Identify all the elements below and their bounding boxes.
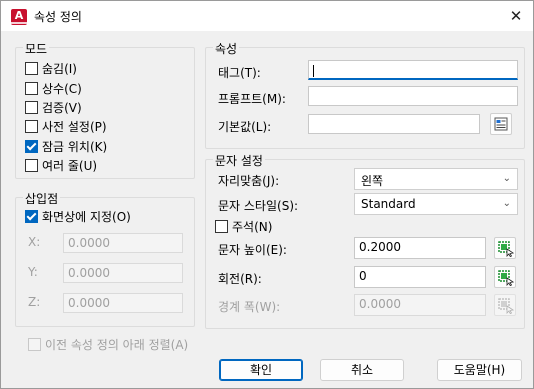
- checkbox-box: [25, 119, 38, 133]
- checkbox-box: [25, 61, 38, 75]
- justification-label: 자리맞춤(J):: [218, 174, 280, 188]
- align-below-checkbox[interactable]: 이전 속성 정의 아래 정렬(A): [28, 336, 188, 352]
- pick-height-icon[interactable]: [494, 237, 516, 259]
- text-caret: [313, 64, 314, 77]
- ok-button[interactable]: 확인: [219, 359, 303, 381]
- rotation-label: 회전(R):: [218, 272, 262, 286]
- checkbox-checked-icon: [25, 209, 38, 223]
- verify-checkbox[interactable]: 검증(V): [25, 99, 82, 115]
- checkbox-box: [28, 337, 41, 351]
- boundary-width-field[interactable]: 0.0000: [354, 294, 486, 316]
- mode-group: 모드 숨김(I) 상수(C) 검증(V) 사전 설정(P) 잠금 위치(K) 여…: [15, 40, 195, 179]
- y-field[interactable]: 0.0000: [63, 263, 183, 283]
- specify-on-screen-checkbox[interactable]: 화면상에 지정(O): [25, 208, 131, 224]
- checkbox-box: [215, 219, 228, 233]
- multiple-lines-checkbox[interactable]: 여러 줄(U): [25, 157, 97, 173]
- z-label: Z:: [28, 295, 41, 309]
- insertion-legend: 삽입점: [23, 190, 61, 207]
- text-style-label: 문자 스타일(S):: [218, 199, 299, 213]
- checkbox-box: [25, 100, 38, 114]
- attribute-definition-dialog: A 속성 정의 ✕ 모드 숨김(I) 상수(C) 검증(V) 사전 설정(P) …: [0, 0, 534, 389]
- close-icon[interactable]: ✕: [505, 5, 527, 27]
- x-label: X:: [28, 235, 41, 249]
- help-button[interactable]: 도움말(H): [437, 359, 522, 381]
- lock-position-checkbox[interactable]: 잠금 위치(K): [25, 138, 107, 154]
- attribute-legend: 속성: [213, 40, 240, 57]
- preset-checkbox[interactable]: 사전 설정(P): [25, 118, 107, 134]
- prompt-label: 프롬프트(M):: [218, 92, 286, 106]
- z-field[interactable]: 0.0000: [63, 293, 183, 313]
- mode-legend: 모드: [23, 40, 50, 57]
- autocad-app-icon: A: [11, 9, 27, 25]
- attribute-group: 속성 태그(T): 프롬프트(M): 기본값(L):: [205, 40, 525, 149]
- window-title: 속성 정의: [34, 10, 82, 24]
- checkbox-checked-icon: [25, 139, 38, 153]
- checkbox-box: [25, 158, 38, 172]
- text-style-dropdown[interactable]: Standard ⌄: [354, 193, 518, 215]
- text-height-field[interactable]: 0.2000: [354, 237, 486, 259]
- prompt-field[interactable]: [308, 86, 518, 106]
- y-label: Y:: [28, 265, 38, 279]
- text-settings-legend: 문자 설정: [213, 152, 265, 169]
- checkbox-box: [25, 81, 38, 95]
- pick-rotation-icon[interactable]: [494, 266, 516, 288]
- x-field[interactable]: 0.0000: [63, 233, 183, 253]
- chevron-down-icon: ⌄: [502, 173, 511, 184]
- annotative-checkbox[interactable]: 주석(N): [215, 218, 272, 234]
- constant-checkbox[interactable]: 상수(C): [25, 80, 82, 96]
- chevron-down-icon: ⌄: [502, 198, 511, 209]
- insertion-point-group: 삽입점 화면상에 지정(O) X: 0.0000 Y: 0.0000 Z: 0.…: [15, 190, 195, 327]
- justification-dropdown[interactable]: 왼쪽 ⌄: [354, 168, 518, 190]
- text-height-label: 문자 높이(E):: [218, 243, 287, 257]
- default-label: 기본값(L):: [218, 120, 272, 134]
- pick-boundary-icon[interactable]: [494, 294, 516, 316]
- invisible-checkbox[interactable]: 숨김(I): [25, 60, 77, 76]
- tag-field[interactable]: [308, 60, 518, 80]
- insert-field-icon[interactable]: [490, 113, 512, 135]
- text-settings-group: 문자 설정 자리맞춤(J): 왼쪽 ⌄ 문자 스타일(S): Standard ⌄ …: [205, 152, 525, 329]
- cancel-button[interactable]: 취소: [320, 359, 404, 381]
- tag-label: 태그(T):: [218, 66, 261, 80]
- default-field[interactable]: [308, 114, 480, 134]
- title-bar: A 속성 정의 ✕: [1, 1, 533, 31]
- rotation-field[interactable]: 0: [354, 266, 486, 288]
- boundary-width-label: 경계 폭(W):: [218, 300, 281, 314]
